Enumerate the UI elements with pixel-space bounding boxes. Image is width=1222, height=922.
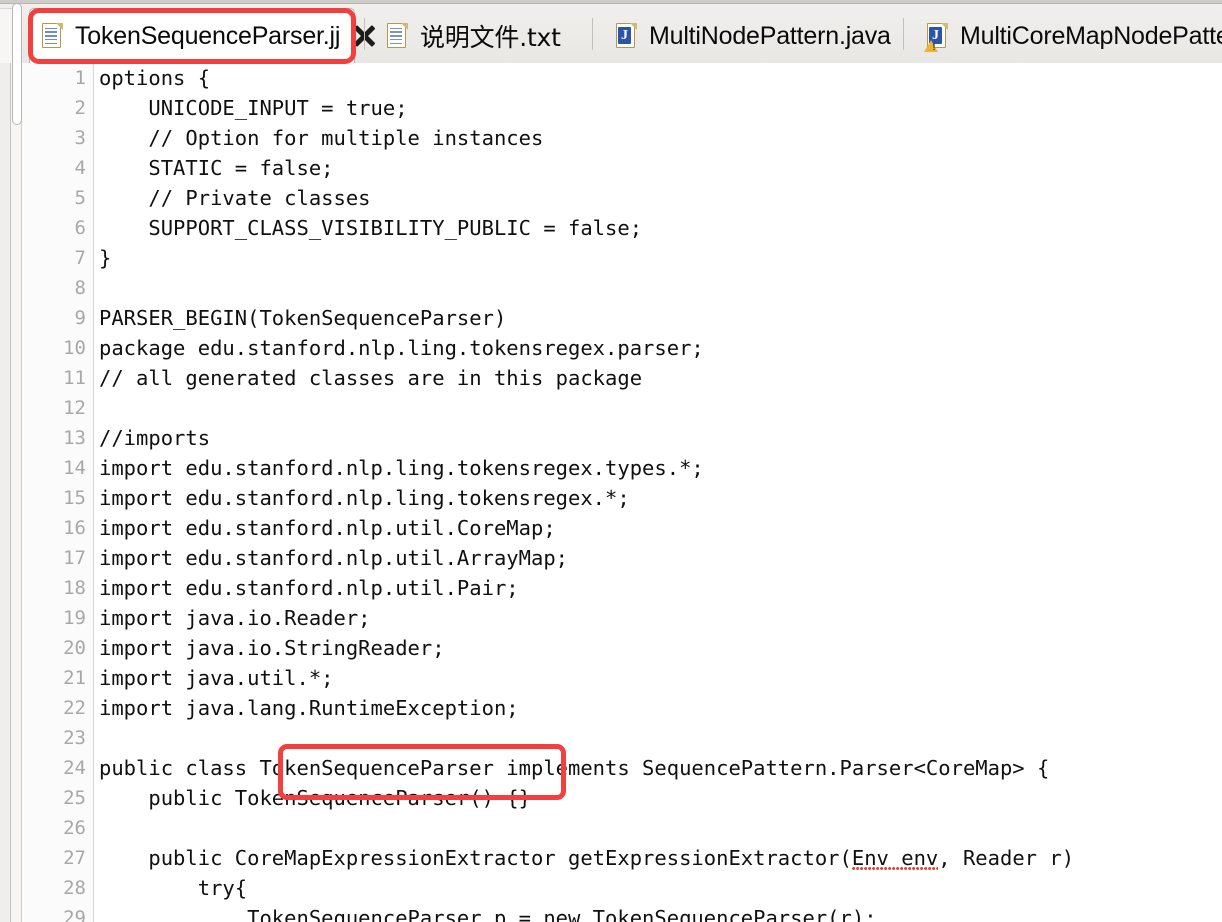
error-underlined-text: Env env xyxy=(851,843,939,873)
line-number: 24 xyxy=(63,757,86,779)
line-number: 17 xyxy=(63,547,86,569)
code-text-area[interactable]: options { UNICODE_INPUT = true; // Optio… xyxy=(95,63,1222,922)
code-line: // Option for multiple instances xyxy=(99,126,544,150)
code-line: package edu.stanford.nlp.ling.tokensrege… xyxy=(99,336,704,360)
line-number: 7 xyxy=(74,247,86,269)
code-text: public CoreMapExpressionExtractor getExp… xyxy=(99,846,852,870)
code-line: import java.io.StringReader; xyxy=(99,636,445,660)
line-number: 22 xyxy=(63,697,86,719)
line-number: 29 xyxy=(63,907,86,922)
code-line: UNICODE_INPUT = true; xyxy=(99,96,408,120)
outer-scroll-rail[interactable] xyxy=(0,63,11,922)
java-file-warning-icon: J ! xyxy=(924,22,949,52)
line-number: 1 xyxy=(74,67,86,89)
code-line: import java.io.Reader; xyxy=(99,606,371,630)
code-editor-pane[interactable]: 1 2 3 4 5 6 7 8 9 10 11 12 13 14 15 16 1… xyxy=(22,63,1222,922)
code-line: public class TokenSequenceParser impleme… xyxy=(99,756,1050,780)
tab-label: TokenSequenceParser.jj xyxy=(75,21,341,50)
code-line: TokenSequenceParser p = new TokenSequenc… xyxy=(99,906,877,922)
line-number: 18 xyxy=(63,577,86,599)
tab-label: MultiNodePattern.java xyxy=(649,21,891,50)
tab-separator xyxy=(903,18,904,50)
code-text: , Reader r) xyxy=(938,846,1075,870)
tab-label: 说明文件.txt xyxy=(420,23,561,52)
tab-token-sequence-parser-jj[interactable]: TokenSequenceParser.jj xyxy=(29,8,376,63)
scrollbar-thumb[interactable] xyxy=(12,3,22,125)
code-line: } xyxy=(99,246,112,270)
code-line: SUPPORT_CLASS_VISIBILITY_PUBLIC = false; xyxy=(99,216,643,240)
tab-label: MultiCoreMapNodePatte xyxy=(960,21,1222,50)
line-number: 11 xyxy=(63,367,86,389)
line-number: 28 xyxy=(63,877,86,899)
line-number: 9 xyxy=(74,307,86,329)
line-number: 20 xyxy=(63,637,86,659)
line-number: 15 xyxy=(63,487,86,509)
editor-window: TokenSequenceParser.jj 说明文件.txt J MultiN… xyxy=(0,0,1222,922)
line-number: 14 xyxy=(63,457,86,479)
line-number: 23 xyxy=(63,727,86,749)
code-line: import edu.stanford.nlp.ling.tokensregex… xyxy=(99,456,704,480)
line-number-gutter: 1 2 3 4 5 6 7 8 9 10 11 12 13 14 15 16 1… xyxy=(22,63,94,922)
line-number: 5 xyxy=(74,187,86,209)
tab-multi-node-pattern-java[interactable]: J MultiNodePattern.java xyxy=(604,10,905,62)
code-line: PARSER_BEGIN(TokenSequenceParser) xyxy=(99,306,507,330)
code-line: import edu.stanford.nlp.util.Pair; xyxy=(99,576,519,600)
code-line: import java.lang.RuntimeException; xyxy=(99,696,519,720)
code-line: try{ xyxy=(99,876,248,900)
line-number: 25 xyxy=(63,787,86,809)
code-line: import java.util.*; xyxy=(99,666,334,690)
java-file-icon: J xyxy=(616,22,638,50)
line-number: 10 xyxy=(63,337,86,359)
code-line: STATIC = false; xyxy=(99,156,334,180)
tab-separator xyxy=(592,18,593,50)
inner-scroll-rail[interactable] xyxy=(11,3,22,922)
code-line: //imports xyxy=(99,426,211,450)
line-number: 8 xyxy=(74,277,86,299)
code-line: import edu.stanford.nlp.ling.tokensregex… xyxy=(99,486,630,510)
code-line: // Private classes xyxy=(99,186,371,210)
line-number: 21 xyxy=(63,667,86,689)
code-line: import edu.stanford.nlp.util.ArrayMap; xyxy=(99,546,568,570)
tab-shuoming-wenjian-txt[interactable]: 说明文件.txt xyxy=(375,10,575,62)
code-line: // all generated classes are in this pac… xyxy=(99,366,643,390)
line-number: 13 xyxy=(63,427,86,449)
line-number: 16 xyxy=(63,517,86,539)
line-number: 4 xyxy=(74,157,86,179)
line-number: 6 xyxy=(74,217,86,239)
text-file-icon xyxy=(387,22,409,50)
tab-bar-top-border xyxy=(0,0,1222,4)
code-line: public TokenSequenceParser() {} xyxy=(99,786,531,810)
code-line: options { xyxy=(99,66,211,90)
tab-multi-core-map-node-pattern-java[interactable]: J ! MultiCoreMapNodePatte xyxy=(915,10,1222,62)
code-line: import edu.stanford.nlp.util.CoreMap; xyxy=(99,516,556,540)
line-number: 19 xyxy=(63,607,86,629)
line-number: 26 xyxy=(63,817,86,839)
text-file-icon xyxy=(42,22,64,50)
line-number: 27 xyxy=(63,847,86,869)
code-line-with-error: public CoreMapExpressionExtractor getExp… xyxy=(95,843,1222,873)
tab-separator xyxy=(364,18,365,50)
line-number: 3 xyxy=(74,127,86,149)
line-number: 12 xyxy=(63,397,86,419)
line-number: 2 xyxy=(74,97,86,119)
tab-bar: TokenSequenceParser.jj 说明文件.txt J MultiN… xyxy=(0,0,1222,64)
